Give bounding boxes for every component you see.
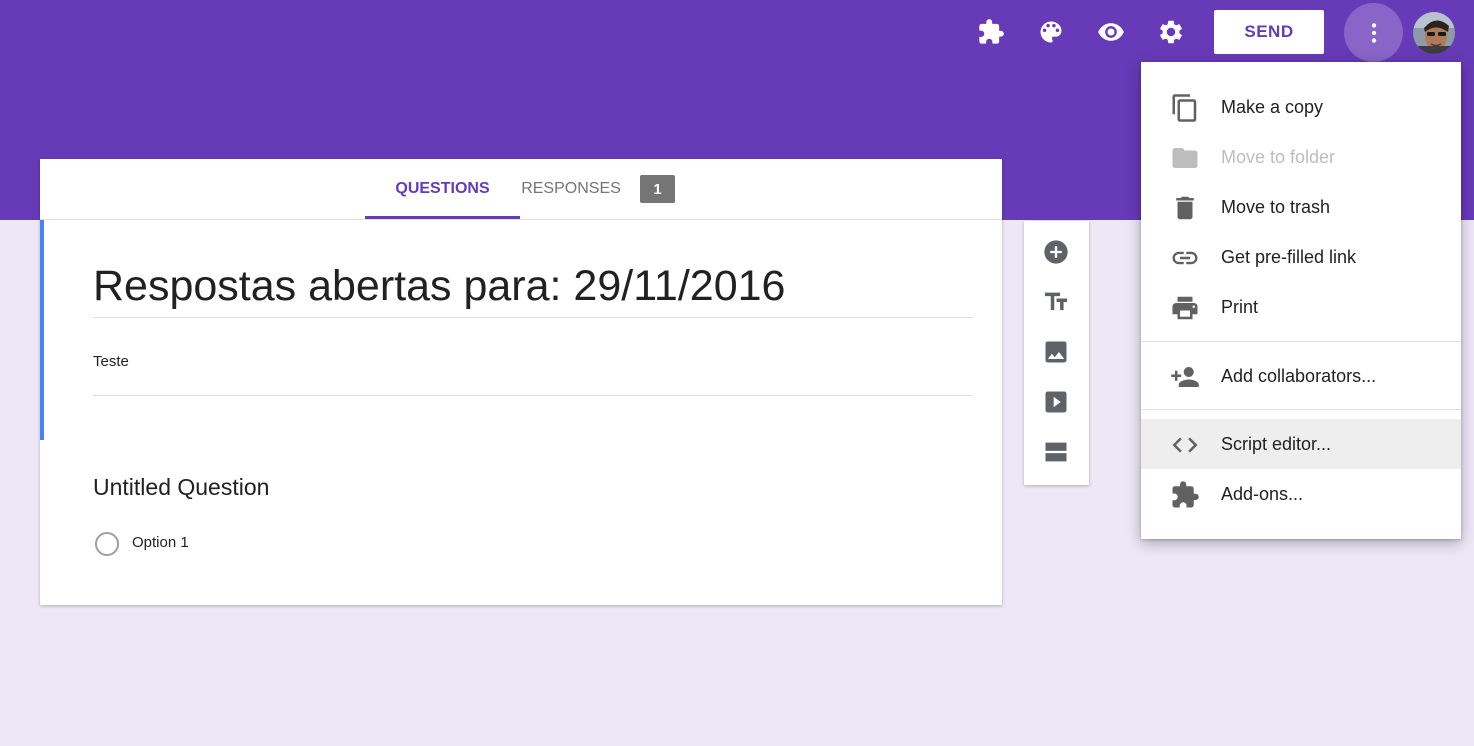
question-toolbar [1024, 221, 1089, 485]
addons-button[interactable] [971, 12, 1011, 52]
add-title-button[interactable] [1036, 282, 1076, 322]
more-options-button[interactable] [1344, 3, 1403, 62]
tab-questions[interactable]: QUESTIONS [365, 159, 520, 219]
customize-theme-button[interactable] [1031, 12, 1071, 52]
menu-item-label: Get pre-filled link [1221, 247, 1357, 267]
print-icon [1170, 293, 1200, 323]
question-title[interactable]: Untitled Question [93, 474, 269, 501]
add-section-button[interactable] [1036, 432, 1076, 472]
option-radio[interactable] [95, 532, 119, 556]
gear-icon [1160, 20, 1182, 44]
menu-divider [1141, 341, 1461, 342]
menu-item-label: Move to folder [1221, 147, 1336, 167]
menu-item-script-editor[interactable]: Script editor... [1141, 419, 1461, 469]
user-photo [1413, 12, 1455, 54]
add-people-icon [1170, 362, 1200, 392]
form-card: QUESTIONS RESPONSES 1 Respostas abertas … [40, 159, 1002, 605]
menu-item-print[interactable]: Print [1141, 282, 1461, 332]
eye-icon [1098, 23, 1124, 41]
avatar[interactable] [1413, 12, 1455, 54]
section-icon [1045, 442, 1067, 462]
responses-count-badge: 1 [640, 175, 675, 203]
send-button[interactable]: SEND [1214, 10, 1324, 54]
menu-item-addons[interactable]: Add-ons... [1141, 469, 1461, 519]
puzzle-icon [1170, 480, 1200, 510]
menu-item-label: Add collaborators... [1221, 366, 1377, 386]
menu-item-label: Print [1221, 297, 1259, 317]
menu-item-label: Move to trash [1221, 197, 1331, 217]
code-icon [1170, 430, 1200, 460]
form-description[interactable]: Teste [93, 353, 973, 396]
menu-item-prefilled-link[interactable]: Get pre-filled link [1141, 232, 1461, 282]
form-title[interactable]: Respostas abertas para: 29/11/2016 [93, 262, 973, 318]
tab-bar: QUESTIONS RESPONSES 1 [40, 159, 1002, 220]
tab-responses[interactable]: RESPONSES [520, 159, 622, 219]
palette-icon [1040, 21, 1062, 43]
trash-icon [1170, 193, 1200, 223]
more-options-menu: Make a copy Move to folder Move to trash… [1141, 62, 1461, 539]
folder-icon [1170, 143, 1200, 173]
copy-icon [1170, 93, 1200, 123]
menu-item-move-to-folder[interactable]: Move to folder [1141, 132, 1461, 182]
menu-item-label: Script editor... [1221, 434, 1332, 454]
menu-item-make-copy[interactable]: Make a copy [1141, 82, 1461, 132]
image-icon [1045, 341, 1067, 363]
more-vert-icon [1371, 22, 1376, 43]
menu-item-move-to-trash[interactable]: Move to trash [1141, 182, 1461, 232]
add-video-button[interactable] [1036, 382, 1076, 422]
add-question-button[interactable] [1036, 232, 1076, 272]
video-icon [1045, 391, 1067, 413]
option-label[interactable]: Option 1 [132, 534, 189, 551]
menu-item-label: Add-ons... [1221, 484, 1304, 504]
add-question-icon [1044, 240, 1068, 264]
menu-item-label: Make a copy [1221, 97, 1324, 117]
settings-button[interactable] [1151, 12, 1191, 52]
link-icon [1170, 243, 1200, 273]
menu-item-add-collaborators[interactable]: Add collaborators... [1141, 351, 1461, 401]
puzzle-icon [979, 19, 1004, 44]
preview-button[interactable] [1091, 12, 1131, 52]
title-text-icon [1044, 292, 1068, 311]
menu-divider [1141, 409, 1461, 410]
add-image-button[interactable] [1036, 332, 1076, 372]
form-title-section[interactable]: Respostas abertas para: 29/11/2016 Teste [40, 220, 1002, 440]
